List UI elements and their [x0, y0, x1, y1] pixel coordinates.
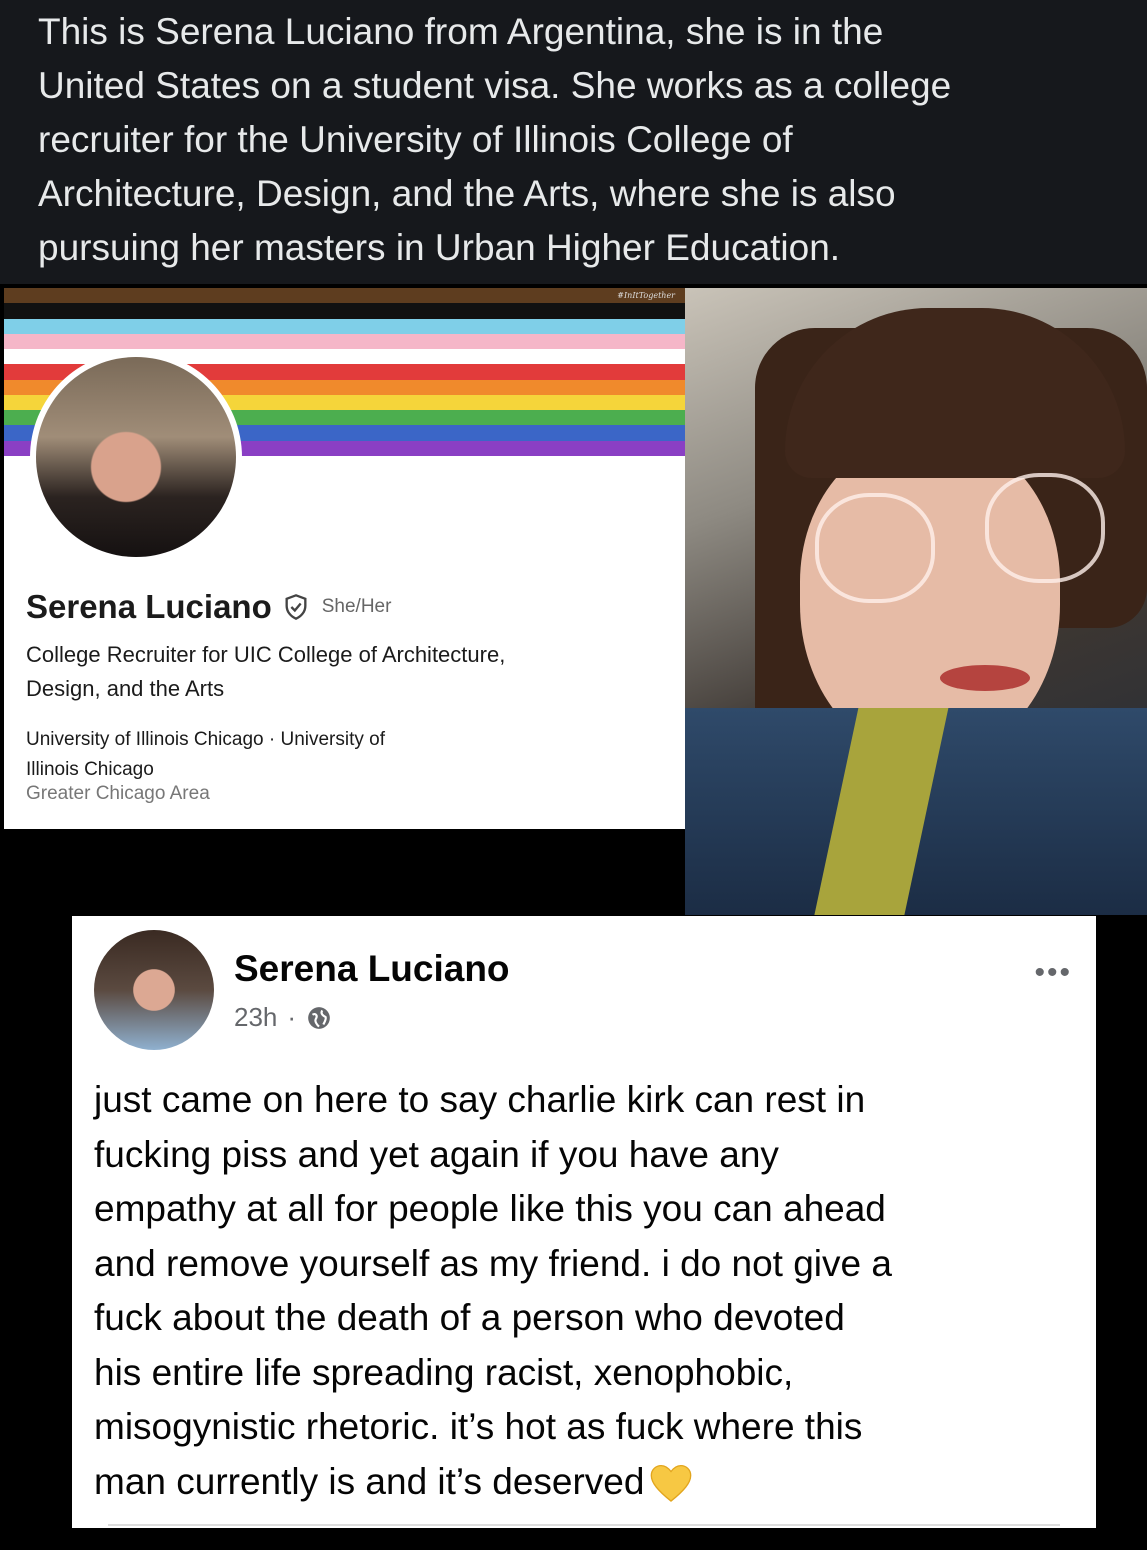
more-options-icon[interactable]: •••: [1034, 956, 1072, 990]
caption-text: This is Serena Luciano from Argentina, s…: [0, 0, 1147, 284]
caption-line: Architecture, Design, and the Arts, wher…: [38, 173, 896, 214]
profile-employer[interactable]: University of Illinois Chicago · Univers…: [26, 725, 546, 785]
post-author-avatar[interactable]: [94, 930, 214, 1050]
post-line: fucking piss and yet again if you have a…: [94, 1133, 779, 1175]
yellow-heart-icon: [651, 1464, 692, 1502]
pronouns: She/Her: [321, 596, 392, 617]
profile-headline: College Recruiter for UIC College of Arc…: [26, 638, 666, 706]
post-time[interactable]: 23h: [234, 1002, 277, 1033]
post-line: just came on here to say charlie kirk ca…: [94, 1079, 866, 1120]
selfie-lips: [940, 665, 1030, 691]
caption-line: pursuing her masters in Urban Higher Edu…: [38, 227, 841, 268]
banner-stripe: [4, 303, 685, 319]
headline-line: Design, and the Arts: [26, 676, 225, 701]
caption-line: This is Serena Luciano from Argentina, s…: [38, 11, 884, 52]
glasses-lens: [815, 493, 935, 603]
banner-stripe: [4, 318, 685, 334]
glasses-lens: [985, 473, 1105, 583]
profile-name-row: Serena Luciano She/Her: [26, 588, 391, 626]
shield-check-icon[interactable]: [282, 593, 310, 621]
facebook-post-card: Serena Luciano 23h · ••• just came on he…: [72, 916, 1096, 1528]
post-divider: [108, 1524, 1060, 1526]
banner-stripe: [4, 288, 685, 304]
post-line: fuck about the death of a person who dev…: [94, 1297, 845, 1338]
selfie-photo: [685, 288, 1147, 915]
post-line: misogynistic rhetoric. it’s hot as fuck …: [94, 1406, 863, 1447]
banner-tag: #InItTogether: [617, 291, 675, 300]
profile-photo: [36, 357, 236, 557]
profile-location: Greater Chicago Area: [26, 783, 210, 804]
meta-separator: ·: [287, 1002, 297, 1032]
profile-avatar[interactable]: [30, 351, 242, 563]
post-line: empathy at all for people like this you …: [94, 1188, 886, 1229]
caption-line: recruiter for the University of Illinois…: [38, 119, 793, 160]
employer-line: Illinois Chicago: [26, 759, 154, 780]
post-author-name[interactable]: Serena Luciano: [234, 948, 510, 990]
post-line: and remove yourself as my friend. i do n…: [94, 1242, 892, 1284]
banner-stripe: [4, 333, 685, 350]
post-line: his entire life spreading racist, xenoph…: [94, 1351, 794, 1393]
post-line: man currently is and it’s deserved: [94, 1460, 645, 1502]
employer-line: University of Illinois Chicago · Univers…: [26, 729, 386, 750]
globe-icon[interactable]: [306, 1005, 332, 1031]
post-meta: 23h ·: [234, 1002, 332, 1033]
post-body: just came on here to say charlie kirk ca…: [94, 1073, 1074, 1509]
post-line-last: man currently is and it’s deserved: [94, 1455, 1074, 1510]
headline-line: College Recruiter for UIC College of Arc…: [26, 642, 506, 667]
profile-name[interactable]: Serena Luciano: [26, 588, 272, 626]
linkedin-profile-card: #InItTogether Serena Luciano She/Her Col…: [4, 288, 685, 829]
caption-line: United States on a student visa. She wor…: [38, 65, 952, 106]
